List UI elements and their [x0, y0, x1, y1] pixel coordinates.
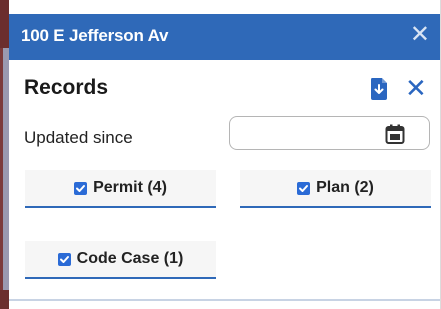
header-top-spacer — [9, 0, 440, 14]
records-heading: Records — [24, 76, 109, 99]
calendar-icon[interactable] — [385, 124, 405, 144]
permit-filter-label: Permit (4) — [93, 179, 167, 196]
plan-checkbox[interactable] — [297, 181, 311, 195]
records-panel: 100 E Jefferson Av ✕ Records ✕ Updated s… — [9, 0, 440, 309]
check-icon — [59, 255, 69, 263]
check-icon — [76, 184, 86, 192]
export-down-icon[interactable] — [370, 78, 388, 100]
check-icon — [299, 184, 309, 192]
close-panel-button[interactable]: ✕ — [410, 21, 430, 49]
panel-bottom-divider — [9, 299, 440, 301]
map-edge-top — [0, 0, 9, 48]
updated-since-label: Updated since — [24, 128, 133, 147]
code-case-filter-label: Code Case (1) — [76, 250, 184, 267]
map-edge — [0, 0, 9, 309]
updated-since-input[interactable] — [238, 123, 382, 145]
panel-title: 100 E Jefferson Av — [21, 26, 169, 45]
plan-filter-button[interactable]: Plan (2) — [240, 170, 431, 208]
map-edge-bottom — [0, 290, 9, 309]
code-case-checkbox[interactable] — [57, 252, 71, 266]
code-case-filter-button[interactable]: Code Case (1) — [25, 241, 216, 279]
panel-header: 100 E Jefferson Av ✕ — [9, 14, 440, 60]
permit-filter-button[interactable]: Permit (4) — [25, 170, 216, 208]
plan-filter-label: Plan (2) — [316, 179, 374, 196]
updated-since-field[interactable] — [229, 116, 430, 150]
permit-checkbox[interactable] — [74, 181, 88, 195]
close-records-button[interactable]: ✕ — [405, 74, 427, 102]
